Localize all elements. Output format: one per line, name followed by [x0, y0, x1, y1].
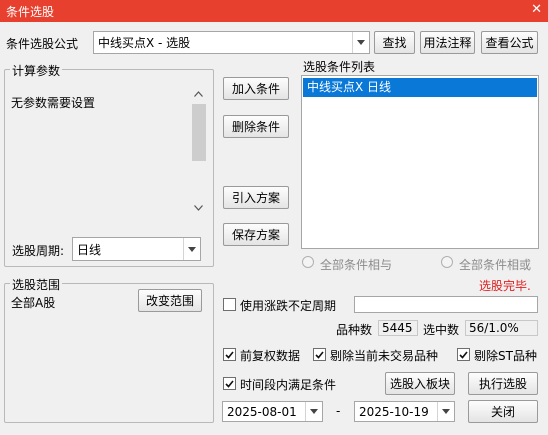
remove-condition-button[interactable]: 删除条件 — [223, 115, 289, 138]
or-radio[interactable] — [441, 256, 453, 268]
adjusted-label: 前复权数据 — [240, 349, 301, 363]
and-radio[interactable] — [302, 256, 314, 268]
chevron-down-icon[interactable] — [305, 402, 322, 421]
chevron-down-icon[interactable] — [352, 32, 369, 53]
end-date-value: 2025-10-19 — [359, 404, 429, 419]
time-range-checkbox[interactable] — [223, 377, 236, 390]
scroll-down-icon[interactable] — [194, 200, 203, 211]
params-legend: 计算参数 — [10, 62, 63, 79]
date-separator: - — [336, 404, 341, 418]
add-condition-button[interactable]: 加入条件 — [223, 77, 289, 100]
title-bar: 条件选股 ✕ — [0, 0, 548, 22]
exclude-untraded-label: 剔除当前未交易品种 — [330, 349, 439, 363]
formula-label: 条件选股公式 — [6, 37, 79, 51]
scroll-up-icon[interactable] — [194, 86, 203, 97]
window-title: 条件选股 — [6, 5, 55, 19]
count-value: 5445 — [378, 320, 418, 336]
uncertain-period-input[interactable] — [354, 296, 538, 313]
import-plan-button[interactable]: 引入方案 — [223, 186, 289, 209]
list-item[interactable]: 中线买点X 日线 — [303, 78, 537, 97]
time-range-label: 时间段内满足条件 — [240, 378, 337, 392]
chevron-down-icon[interactable] — [183, 238, 200, 260]
save-plan-button[interactable]: 保存方案 — [223, 223, 289, 246]
into-block-button[interactable]: 选股入板块 — [385, 372, 455, 395]
start-date-value: 2025-08-01 — [227, 404, 297, 419]
range-legend: 选股范围 — [10, 276, 63, 293]
exclude-st-checkbox[interactable] — [457, 348, 470, 361]
and-radio-label: 全部条件相与 — [320, 258, 393, 272]
or-radio-label: 全部条件相或 — [459, 258, 532, 272]
usage-note-button[interactable]: 用法注释 — [420, 31, 475, 54]
view-formula-button[interactable]: 查看公式 — [481, 31, 538, 54]
close-button[interactable]: 关闭 — [468, 400, 538, 423]
count-label: 品种数 — [336, 323, 373, 337]
uncertain-period-label: 使用涨跌不定周期 — [240, 299, 337, 313]
status-text: 选股完毕. — [479, 279, 531, 293]
formula-select[interactable]: 中线买点X - 选股 — [93, 31, 370, 54]
uncertain-period-checkbox[interactable] — [223, 298, 236, 311]
selected-value: 56/1.0% — [465, 320, 538, 336]
change-range-button[interactable]: 改变范围 — [138, 289, 202, 312]
period-label: 选股周期: — [12, 244, 65, 258]
find-button[interactable]: 查找 — [374, 31, 415, 54]
end-date-picker[interactable]: 2025-10-19 — [354, 401, 455, 422]
params-scrollbar[interactable] — [190, 78, 207, 212]
conditions-list[interactable]: 中线买点X 日线 — [301, 75, 539, 249]
exclude-st-label: 剔除ST品种 — [474, 349, 537, 363]
close-icon[interactable]: ✕ — [531, 2, 542, 17]
params-message: 无参数需要设置 — [11, 96, 96, 110]
period-select[interactable]: 日线 — [72, 237, 201, 261]
exclude-untraded-checkbox[interactable] — [313, 348, 326, 361]
period-value: 日线 — [77, 242, 102, 257]
selected-label: 选中数 — [423, 323, 460, 337]
scroll-thumb[interactable] — [192, 104, 206, 161]
range-value: 全部A股 — [11, 296, 56, 310]
start-date-picker[interactable]: 2025-08-01 — [222, 401, 323, 422]
conditions-legend: 选股条件列表 — [303, 60, 376, 74]
formula-value: 中线买点X - 选股 — [98, 36, 191, 50]
chevron-down-icon[interactable] — [437, 402, 454, 421]
adjusted-checkbox[interactable] — [223, 348, 236, 361]
execute-button[interactable]: 执行选股 — [468, 372, 538, 395]
